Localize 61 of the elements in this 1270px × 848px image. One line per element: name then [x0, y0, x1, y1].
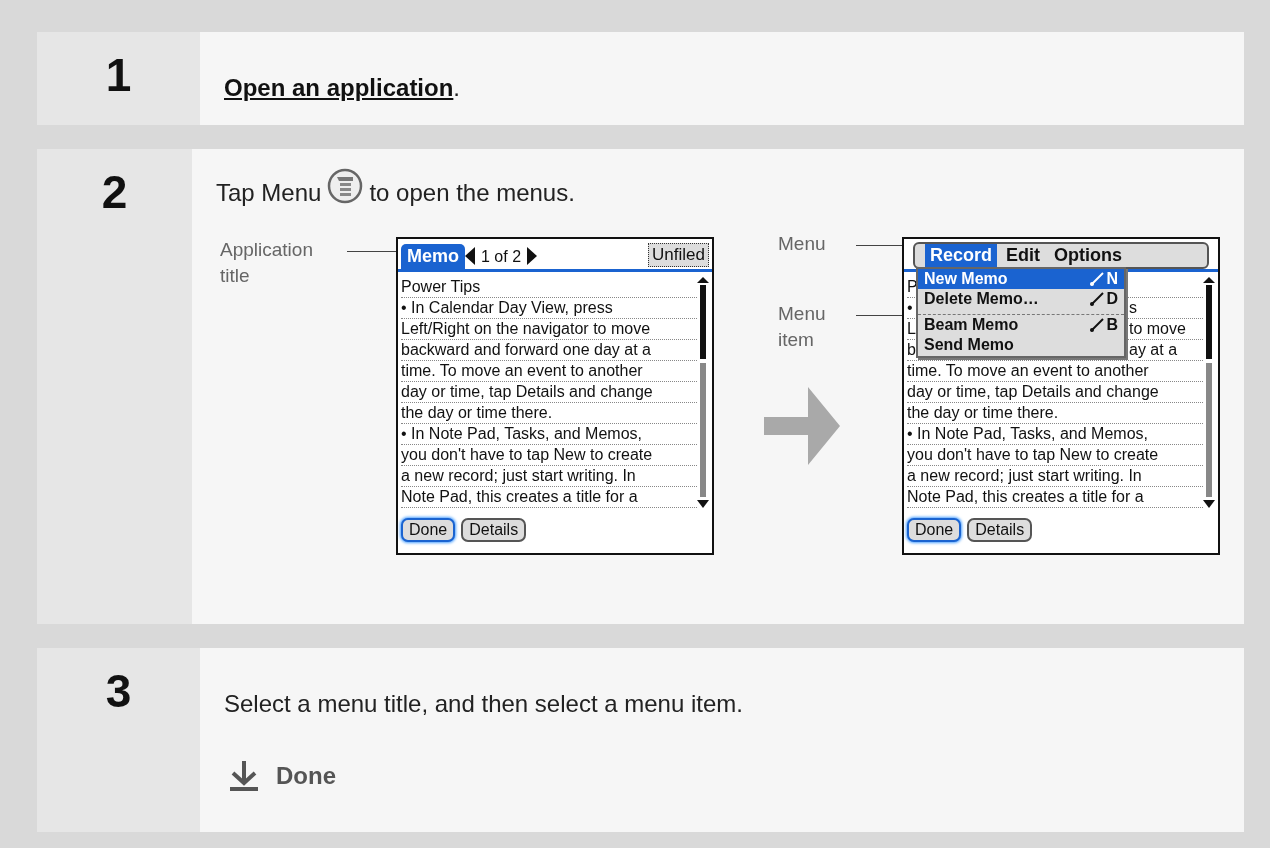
- stroke-icon: [1090, 292, 1105, 306]
- step-link[interactable]: Open an application: [224, 74, 454, 101]
- memo-text: the day or time there.: [907, 403, 1059, 423]
- category-picker[interactable]: Unfiled: [648, 243, 709, 267]
- stroke-icon: [1090, 272, 1105, 286]
- step-text: to open the menus.: [369, 178, 575, 208]
- palm-button[interactable]: Done: [907, 518, 962, 542]
- memo-text: •: [907, 298, 913, 318]
- callout-label: Menu: [778, 232, 827, 256]
- palm-button[interactable]: Details: [967, 518, 1033, 542]
- done-label: Done: [276, 761, 336, 791]
- menu-item[interactable]: Delete Memo… D: [918, 289, 1124, 309]
- memo-text: • In Note Pad, Tasks, and Memos,: [401, 424, 642, 444]
- memo-text: Power Tips: [401, 277, 481, 297]
- callout-label: Menu item: [778, 302, 827, 352]
- menu-title[interactable]: Options: [1049, 244, 1127, 267]
- memo-text: day or time, tap Details and change: [401, 382, 653, 402]
- step-number: 3: [105, 668, 132, 719]
- menu-icon[interactable]: [327, 168, 364, 204]
- left-arrow-icon: [465, 247, 475, 265]
- page-counter: 1 of 2: [480, 248, 523, 267]
- right-arrow-icon: [764, 387, 840, 465]
- memo-text: L: [907, 319, 916, 339]
- memo-text: b: [907, 340, 916, 360]
- step-number: 2: [101, 169, 128, 220]
- palm-button[interactable]: Done: [401, 518, 456, 542]
- memo-text: Note Pad, this creates a title for a: [907, 487, 1144, 507]
- leader-line: [856, 315, 902, 316]
- menu-item[interactable]: Send Memo: [918, 335, 1124, 355]
- leader-line: [347, 251, 396, 252]
- memo-text: time. To move an event to another: [401, 361, 643, 381]
- menu-item[interactable]: Beam Memo B: [918, 314, 1124, 335]
- step-text: Open an application.: [224, 73, 461, 103]
- step-text: Select a menu title, and then select a menu item.: [224, 689, 743, 719]
- memo-text: to move: [1129, 319, 1186, 339]
- step-number: 1: [105, 52, 132, 103]
- menu-item[interactable]: New Memo N: [918, 269, 1124, 289]
- memo-text: Left/Right on the navigator to move: [401, 319, 651, 339]
- memo-text: you don't have to tap New to create: [907, 445, 1159, 465]
- app-title: Memo: [401, 244, 465, 269]
- memo-text: day or time, tap Details and change: [907, 382, 1159, 402]
- memo-text: s: [1129, 298, 1137, 318]
- step-text: Tap Menu: [216, 178, 322, 208]
- memo-text: time. To move an event to another: [907, 361, 1149, 381]
- callout-label: Application title: [220, 238, 314, 288]
- memo-text: Note Pad, this creates a title for a: [401, 487, 638, 507]
- leader-line: [856, 245, 902, 246]
- menu-title[interactable]: Record: [925, 244, 997, 267]
- memo-text: ay at a: [1129, 340, 1178, 360]
- memo-text: the day or time there.: [401, 403, 553, 423]
- down-arrow-icon: [230, 761, 258, 791]
- memo-text: you don't have to tap New to create: [401, 445, 653, 465]
- memo-text: backward and forward one day at a: [401, 340, 651, 360]
- memo-text: a new record; just start writing. In: [401, 466, 636, 486]
- stroke-icon: [1090, 318, 1105, 332]
- memo-text: • In Calendar Day View, press: [401, 298, 613, 318]
- memo-text: • In Note Pad, Tasks, and Memos,: [907, 424, 1148, 444]
- right-arrow-icon: [527, 247, 538, 265]
- menu-title[interactable]: Edit: [1001, 244, 1045, 267]
- memo-text: a new record; just start writing. In: [907, 466, 1142, 486]
- palm-button[interactable]: Details: [461, 518, 527, 542]
